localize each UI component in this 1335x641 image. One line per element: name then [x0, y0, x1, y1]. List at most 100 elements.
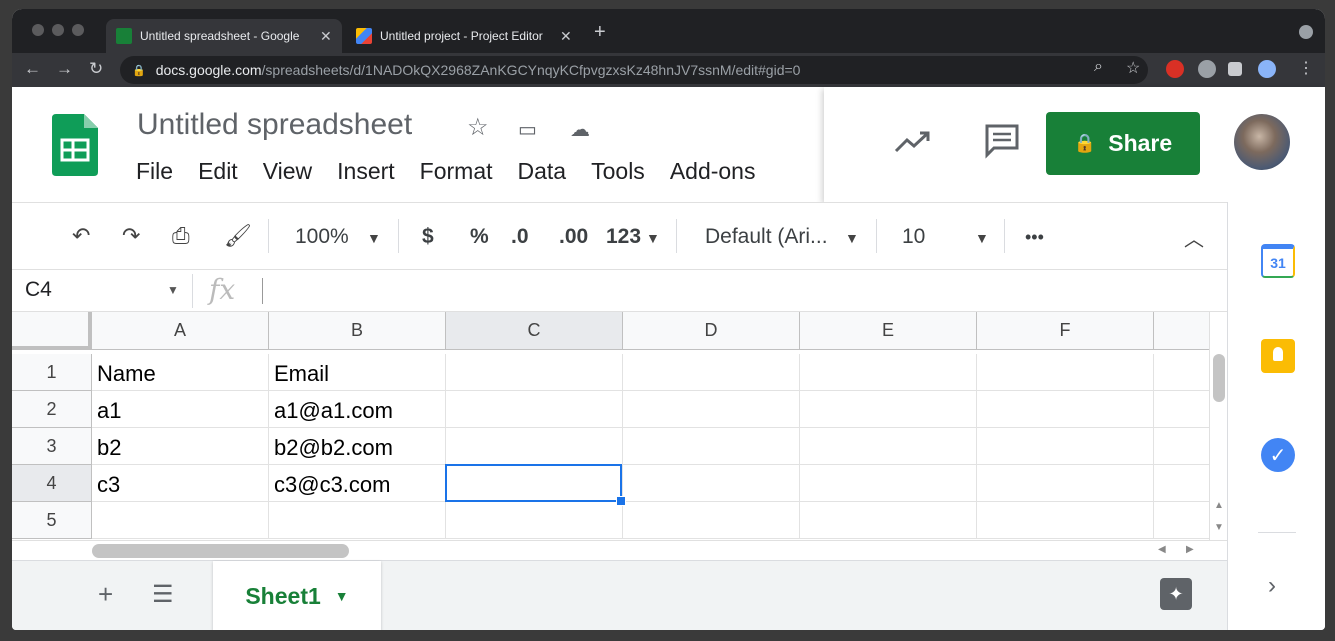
cell-e4[interactable] [800, 465, 977, 502]
bookmark-star-icon[interactable]: ☆ [1126, 58, 1140, 78]
document-title[interactable]: Untitled spreadsheet [137, 108, 412, 142]
menu-tools[interactable]: Tools [591, 158, 645, 185]
percent-format-button[interactable]: % [470, 225, 489, 249]
keep-icon[interactable] [1261, 339, 1295, 373]
cell-e5[interactable] [800, 502, 977, 539]
all-sheets-icon[interactable]: ☰ [152, 580, 174, 609]
row-header-5[interactable]: 5 [12, 502, 92, 539]
row-header-2[interactable]: 2 [12, 391, 92, 428]
window-close-dot[interactable] [32, 24, 44, 36]
address-bar[interactable]: 🔒 docs.google.com /spreadsheets/d/1NADOk… [120, 56, 1148, 84]
cell-c1[interactable] [446, 354, 623, 391]
horizontal-scroll-thumb[interactable] [92, 544, 349, 558]
tab-search-icon[interactable] [1299, 25, 1313, 39]
cell-d2[interactable] [623, 391, 800, 428]
column-header-c[interactable]: C [446, 312, 623, 350]
sheet-menu-icon[interactable]: ▼ [335, 588, 349, 604]
window-maximize-dot[interactable] [72, 24, 84, 36]
cell-f2[interactable] [977, 391, 1154, 428]
column-header-f[interactable]: F [977, 312, 1154, 350]
cell-d1[interactable] [623, 354, 800, 391]
extension-red-icon[interactable] [1166, 60, 1184, 78]
extensions-puzzle-icon[interactable] [1228, 62, 1242, 76]
cell-f1[interactable] [977, 354, 1154, 391]
cell-d3[interactable] [623, 428, 800, 465]
font-size-select[interactable]: 10 [902, 225, 925, 249]
column-header-g[interactable] [1154, 312, 1209, 350]
cell-b1[interactable]: Email [269, 354, 446, 391]
row-header-1[interactable]: 1 [12, 354, 92, 391]
font-size-dropdown-icon[interactable]: ▼ [975, 230, 989, 246]
select-all-corner[interactable] [12, 312, 92, 350]
cell-a5[interactable] [92, 502, 269, 539]
browser-menu-icon[interactable]: ⋮ [1298, 58, 1314, 78]
collapse-menu-icon[interactable]: ︿ [1184, 223, 1204, 252]
menu-file[interactable]: File [136, 158, 173, 185]
extension-gray-icon[interactable] [1198, 60, 1216, 78]
cell-g3[interactable] [1154, 428, 1209, 465]
more-options-button[interactable]: ••• [1025, 227, 1044, 248]
font-family-select[interactable]: Default (Ari... [705, 225, 828, 249]
profile-avatar-icon[interactable] [1258, 60, 1276, 78]
add-sheet-icon[interactable]: + [98, 579, 113, 610]
redo-icon[interactable]: ↷ [122, 223, 140, 249]
paint-format-icon[interactable]: 🖌 [224, 223, 252, 249]
cell-a4[interactable]: c3 [92, 465, 269, 502]
scroll-down-icon[interactable]: ▼ [1214, 522, 1224, 533]
cell-f3[interactable] [977, 428, 1154, 465]
column-header-b[interactable]: B [269, 312, 446, 350]
new-tab-icon[interactable]: + [594, 21, 606, 44]
cell-c5[interactable] [446, 502, 623, 539]
cell-b5[interactable] [269, 502, 446, 539]
font-dropdown-icon[interactable]: ▼ [845, 230, 859, 246]
menu-addons[interactable]: Add-ons [670, 158, 756, 185]
browser-tab-project[interactable]: Untitled project - Project Editor ✕ [346, 19, 582, 53]
scroll-up-icon[interactable]: ▲ [1214, 500, 1224, 511]
name-box[interactable]: C4 [25, 278, 52, 302]
close-tab-icon[interactable]: ✕ [320, 28, 332, 45]
column-header-e[interactable]: E [800, 312, 977, 350]
star-icon[interactable]: ☆ [467, 113, 489, 142]
row-header-3[interactable]: 3 [12, 428, 92, 465]
activity-trend-icon[interactable] [894, 129, 932, 155]
window-minimize-dot[interactable] [52, 24, 64, 36]
cell-g5[interactable] [1154, 502, 1209, 539]
forward-icon[interactable]: → [56, 59, 73, 79]
fill-handle[interactable] [616, 496, 626, 506]
menu-data[interactable]: Data [518, 158, 567, 185]
browser-tab-spreadsheet[interactable]: Untitled spreadsheet - Google ✕ [106, 19, 342, 53]
cell-a2[interactable]: a1 [92, 391, 269, 428]
menu-edit[interactable]: Edit [198, 158, 238, 185]
vertical-scrollbar[interactable]: ▲ ▼ [1209, 312, 1227, 540]
account-avatar[interactable] [1234, 114, 1290, 170]
expand-panel-chevron-icon[interactable]: › [1268, 572, 1276, 600]
horizontal-scrollbar[interactable]: ◀ ▶ [12, 540, 1227, 560]
calendar-icon[interactable]: 31 [1261, 244, 1295, 278]
menu-view[interactable]: View [263, 158, 312, 185]
cell-g4[interactable] [1154, 465, 1209, 502]
cell-g1[interactable] [1154, 354, 1209, 391]
cell-b4[interactable]: c3@c3.com [269, 465, 446, 502]
row-header-4[interactable]: 4 [12, 465, 92, 502]
scroll-left-icon[interactable]: ◀ [1158, 544, 1166, 555]
decrease-decimal-button[interactable]: .0 [511, 225, 529, 249]
cloud-status-icon[interactable]: ☁ [570, 117, 590, 142]
currency-format-button[interactable]: $ [422, 225, 434, 249]
tasks-icon[interactable]: ✓ [1261, 438, 1295, 472]
cell-c3[interactable] [446, 428, 623, 465]
print-icon[interactable]: ⎙ [172, 223, 190, 249]
cell-e2[interactable] [800, 391, 977, 428]
cell-g2[interactable] [1154, 391, 1209, 428]
number-format-dropdown-icon[interactable]: ▼ [646, 230, 660, 246]
undo-icon[interactable]: ↶ [72, 223, 90, 249]
cell-c2[interactable] [446, 391, 623, 428]
cell-b3[interactable]: b2@b2.com [269, 428, 446, 465]
menu-insert[interactable]: Insert [337, 158, 395, 185]
zoom-select[interactable]: 100% [295, 225, 349, 249]
cell-d4[interactable] [623, 465, 800, 502]
menu-format[interactable]: Format [420, 158, 493, 185]
cell-e3[interactable] [800, 428, 977, 465]
cell-a1[interactable]: Name [92, 354, 269, 391]
scroll-right-icon[interactable]: ▶ [1186, 544, 1194, 555]
vertical-scroll-thumb[interactable] [1213, 354, 1225, 402]
